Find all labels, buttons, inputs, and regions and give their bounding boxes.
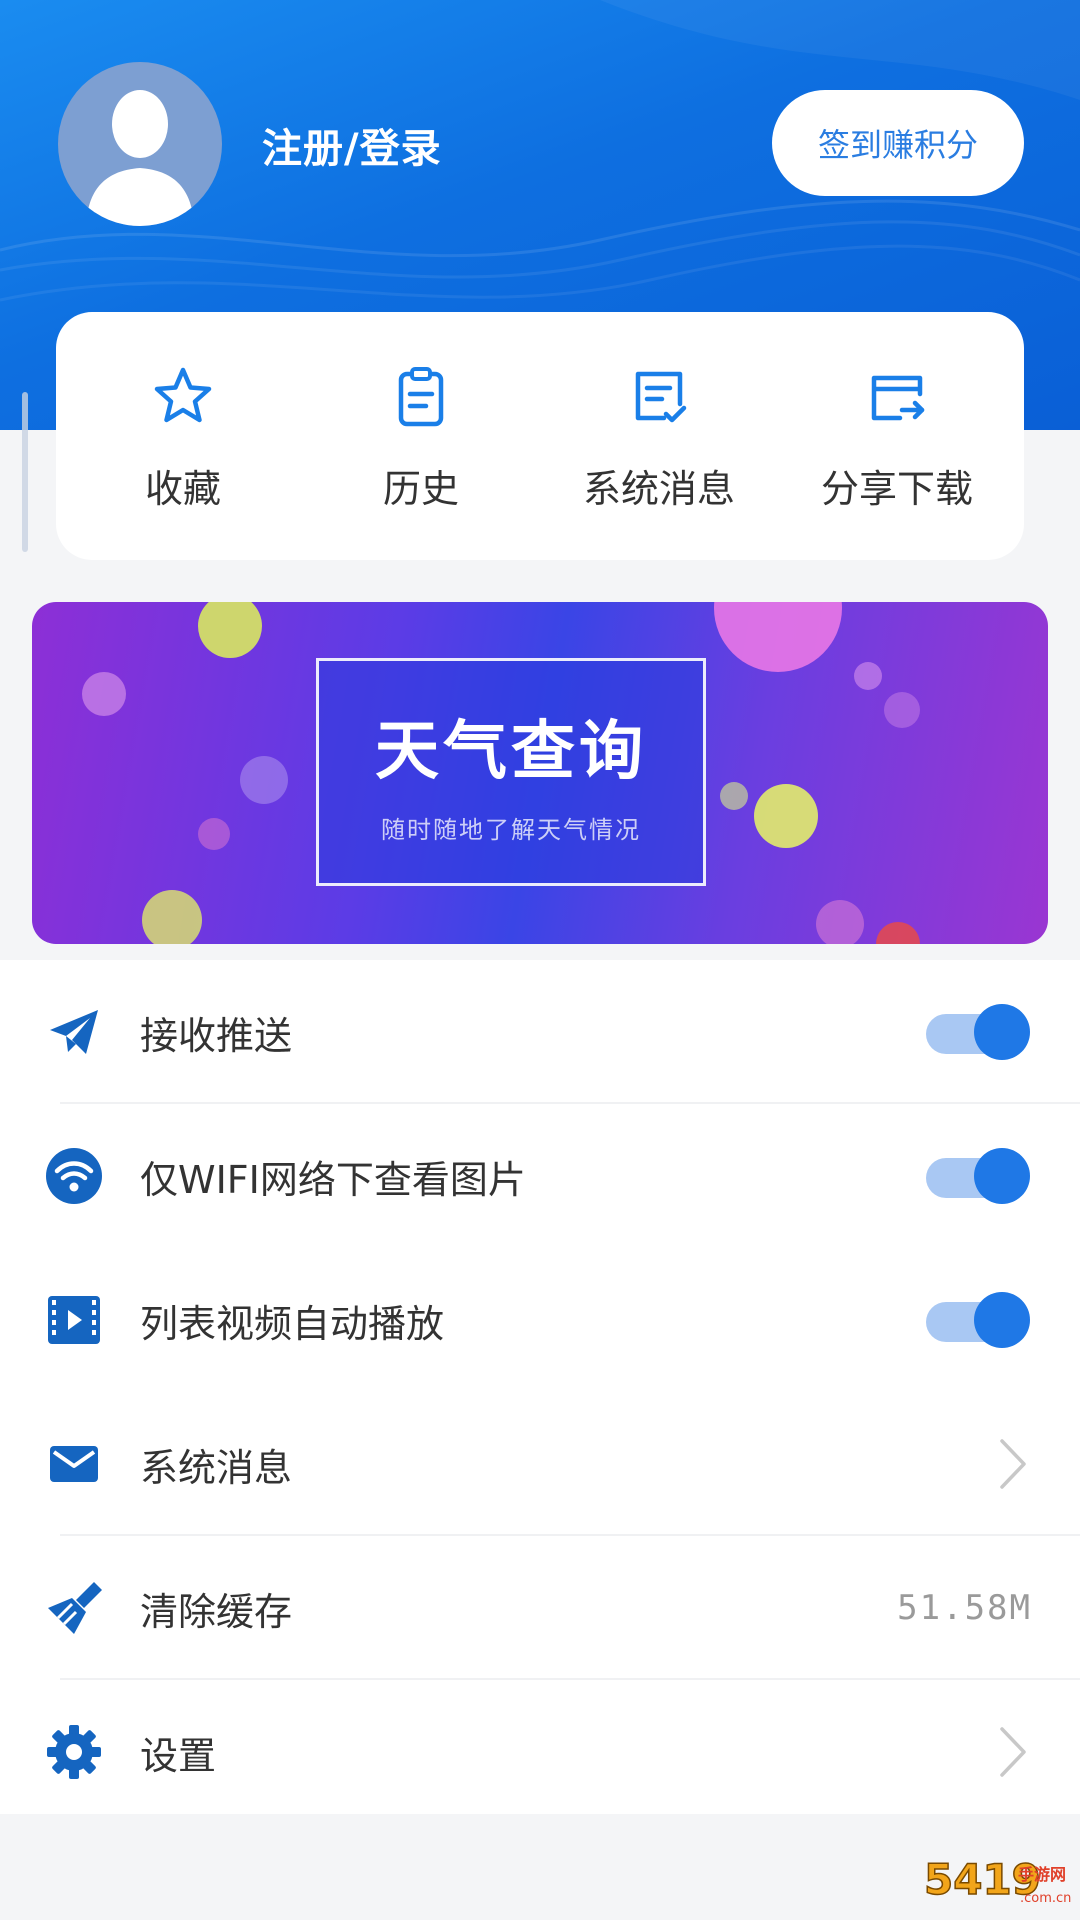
quick-action-history[interactable]: 历史: [302, 312, 540, 560]
cache-size-value: 51.58M: [897, 1588, 1032, 1628]
settings-list: 接收推送 仅WIFI网络下查看图片 列表视频自动播放 系统消息 清除缓存 51.…: [0, 960, 1080, 1814]
wifi-only-images-toggle[interactable]: [926, 1148, 1030, 1204]
gear-icon: [44, 1722, 104, 1782]
user-silhouette-icon: [86, 90, 194, 226]
wifi-icon: [44, 1146, 104, 1206]
toggle-knob: [974, 1148, 1030, 1204]
toggle-knob: [974, 1292, 1030, 1348]
chevron-right-icon: [1000, 1439, 1026, 1489]
weather-query-banner[interactable]: 天气查询 随时随地了解天气情况: [32, 602, 1048, 944]
setting-row-system-messages[interactable]: 系统消息: [0, 1392, 1080, 1536]
broom-icon: [44, 1578, 104, 1638]
autoplay-video-toggle[interactable]: [926, 1292, 1030, 1348]
banner-title-frame: 天气查询 随时随地了解天气情况: [316, 658, 706, 886]
quick-actions-card: 收藏 历史 系统消息 分享下载: [56, 312, 1024, 560]
video-play-icon: [44, 1290, 104, 1350]
setting-row-settings[interactable]: 设置: [0, 1680, 1080, 1824]
clipboard-icon: [398, 367, 444, 427]
site-watermark-logo: 5419 手游网 .com.cn: [923, 1854, 1071, 1906]
setting-label: 清除缓存: [140, 1589, 293, 1634]
svg-text:.com.cn: .com.cn: [1020, 1891, 1071, 1906]
signin-earn-points-button[interactable]: 签到赚积分: [772, 90, 1024, 196]
setting-label: 接收推送: [140, 1013, 293, 1058]
setting-label: 仅WIFI网络下查看图片: [140, 1157, 526, 1202]
setting-row-autoplay-video[interactable]: 列表视频自动播放: [0, 1248, 1080, 1392]
banner-title: 天气查询: [375, 713, 647, 789]
svg-text:手游网: 手游网: [1018, 1865, 1066, 1884]
share-card-icon: [871, 375, 925, 421]
setting-label: 系统消息: [140, 1445, 293, 1490]
setting-label: 列表视频自动播放: [140, 1301, 445, 1346]
register-login-link[interactable]: 注册/登录: [262, 116, 442, 174]
scroll-indicator: [22, 392, 28, 552]
mail-icon: [44, 1434, 104, 1494]
setting-row-receive-push[interactable]: 接收推送: [0, 960, 1080, 1104]
star-icon: [154, 367, 212, 423]
quick-action-label: 分享下载: [820, 467, 973, 511]
quick-action-share-download[interactable]: 分享下载: [778, 312, 1016, 560]
message-check-icon: [635, 371, 687, 423]
quick-action-favorites[interactable]: 收藏: [64, 312, 302, 560]
quick-action-label: 历史: [382, 467, 459, 511]
avatar[interactable]: [58, 62, 222, 226]
setting-label: 设置: [140, 1733, 217, 1778]
chevron-right-icon: [1000, 1727, 1026, 1777]
banner-subtitle: 随时随地了解天气情况: [381, 815, 641, 844]
setting-row-wifi-only-images[interactable]: 仅WIFI网络下查看图片: [0, 1104, 1080, 1248]
quick-action-system-messages[interactable]: 系统消息: [540, 312, 778, 560]
paper-plane-icon: [44, 1002, 104, 1062]
setting-row-clear-cache[interactable]: 清除缓存 51.58M: [0, 1536, 1080, 1680]
receive-push-toggle[interactable]: [926, 1004, 1030, 1060]
toggle-knob: [974, 1004, 1030, 1060]
quick-action-label: 收藏: [144, 467, 221, 511]
quick-action-label: 系统消息: [582, 467, 735, 511]
